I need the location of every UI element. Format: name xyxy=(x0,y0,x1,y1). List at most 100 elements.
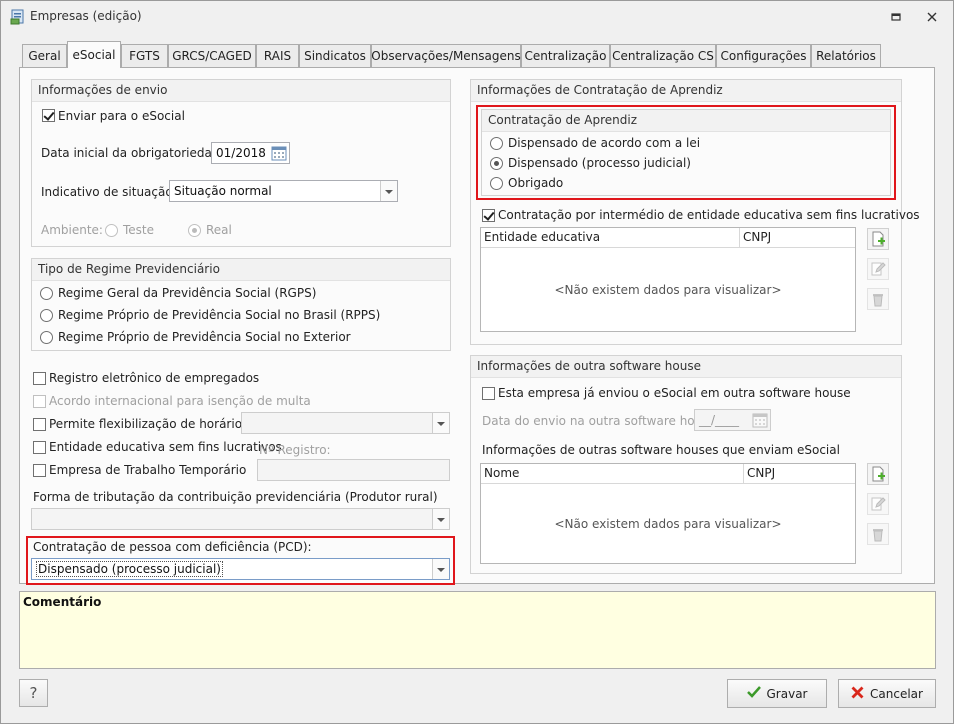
delete-software-button[interactable] xyxy=(867,523,889,545)
tab-grcs-caged[interactable]: GRCS/CAGED xyxy=(168,44,256,67)
data-obrigatoriedade-value: 01/2018 xyxy=(216,146,266,160)
calendar-icon[interactable] xyxy=(752,412,768,428)
software-data-value: __/____ xyxy=(699,413,740,427)
comment-label: Comentário xyxy=(23,595,102,609)
title-bar: Empresas (edição) xyxy=(1,1,953,33)
acordo-internacional-checkbox[interactable] xyxy=(33,395,46,408)
acordo-internacional-label: Acordo internacional para isenção de mul… xyxy=(49,394,311,408)
add-entidade-button[interactable] xyxy=(867,228,889,250)
aprendiz-judicial-label: Dispensado (processo judicial) xyxy=(508,156,691,170)
ambiente-real-radio[interactable] xyxy=(188,224,201,237)
enviar-esocial-label: Enviar para o eSocial xyxy=(58,109,185,123)
chevron-down-icon[interactable] xyxy=(432,509,449,529)
trabalho-temporario-checkbox[interactable] xyxy=(33,464,46,477)
tributacao-select[interactable] xyxy=(31,508,450,530)
column-cnpj[interactable]: CNPJ xyxy=(740,228,855,247)
software-check-label: Esta empresa já enviou o eSocial em outr… xyxy=(498,386,851,400)
regime-exterior-label: Regime Próprio de Previdência Social no … xyxy=(58,330,351,344)
software-list-label: Informações de outras software houses qu… xyxy=(482,443,840,457)
flexibilizacao-label: Permite flexibilização de horários xyxy=(49,417,249,431)
ambiente-teste-radio[interactable] xyxy=(105,224,118,237)
column-entidade[interactable]: Entidade educativa xyxy=(481,228,740,247)
aprendiz-lei-radio[interactable] xyxy=(490,137,503,150)
registro-numero-input[interactable] xyxy=(257,459,450,481)
software-grid-empty: <Não existem dados para visualizar> xyxy=(554,517,782,531)
add-document-icon xyxy=(872,231,885,247)
indicativo-situacao-select[interactable]: Situação normal xyxy=(169,180,398,202)
intermedio-checkbox[interactable] xyxy=(482,209,495,222)
restore-icon[interactable] xyxy=(888,9,904,25)
regime-rgps-label: Regime Geral da Previdência Social (RGPS… xyxy=(58,286,317,300)
pcd-label: Contratação de pessoa com deficiência (P… xyxy=(33,540,312,554)
cancel-icon xyxy=(851,686,864,702)
intermedio-label: Contratação por intermédio de entidade e… xyxy=(498,208,920,222)
check-icon xyxy=(746,686,761,701)
software-data-label: Data do envio na outra software house: xyxy=(482,414,720,428)
calendar-icon[interactable] xyxy=(271,145,287,161)
entidade-educativa-label: Entidade educativa sem fins lucrativos xyxy=(49,440,282,454)
software-grid[interactable]: Nome CNPJ <Não existem dados para visual… xyxy=(480,463,856,564)
registro-eletronico-checkbox[interactable] xyxy=(33,372,46,385)
flexibilizacao-select[interactable] xyxy=(241,412,450,434)
tab-relatorios[interactable]: Relatórios xyxy=(811,44,881,67)
trabalho-temporario-label: Empresa de Trabalho Temporário xyxy=(49,463,247,477)
aprendiz-judicial-radio[interactable] xyxy=(490,157,503,170)
pcd-select[interactable]: Dispensado (processo judicial) xyxy=(31,558,450,580)
tab-configuracoes[interactable]: Configurações xyxy=(716,44,811,67)
tab-esocial[interactable]: eSocial xyxy=(67,41,121,68)
add-software-button[interactable] xyxy=(867,463,889,485)
enviar-esocial-checkbox[interactable] xyxy=(42,109,55,122)
data-obrigatoriedade-input[interactable]: 01/2018 xyxy=(211,142,290,164)
pcd-value: Dispensado (processo judicial) xyxy=(36,561,223,577)
trash-icon xyxy=(873,529,883,542)
software-data-input[interactable]: __/____ xyxy=(694,409,771,431)
aprendiz-obrigado-radio[interactable] xyxy=(490,177,503,190)
aprendiz-obrigado-label: Obrigado xyxy=(508,176,564,190)
regime-rpps-radio[interactable] xyxy=(40,309,53,322)
gravar-button[interactable]: Gravar xyxy=(727,679,827,708)
column-cnpj[interactable]: CNPJ xyxy=(744,464,855,483)
registro-numero-label: Nº Registro: xyxy=(259,443,331,457)
tab-centralizacao-cs[interactable]: Centralização CS xyxy=(610,44,716,67)
entidade-grid[interactable]: Entidade educativa CNPJ <Não existem dad… xyxy=(480,227,856,332)
indicativo-situacao-value: Situação normal xyxy=(174,184,272,198)
aprendiz-lei-label: Dispensado de acordo com a lei xyxy=(508,136,701,150)
tab-geral[interactable]: Geral xyxy=(22,44,67,67)
trash-icon xyxy=(873,294,883,307)
indicativo-situacao-label: Indicativo de situação: xyxy=(41,185,177,199)
chevron-down-icon[interactable] xyxy=(432,559,449,579)
column-nome[interactable]: Nome xyxy=(481,464,744,483)
delete-entidade-button[interactable] xyxy=(867,288,889,310)
registro-eletronico-label: Registro eletrônico de empregados xyxy=(49,371,260,385)
regime-rgps-radio[interactable] xyxy=(40,287,53,300)
tab-centralizacao[interactable]: Centralização xyxy=(521,44,610,67)
software-group-title: Informações de outra software house xyxy=(471,356,901,378)
ambiente-real-label: Real xyxy=(206,223,232,237)
edit-icon xyxy=(871,497,886,511)
entidade-educativa-checkbox[interactable] xyxy=(33,441,46,454)
cancelar-button[interactable]: Cancelar xyxy=(838,679,936,708)
tab-fgts[interactable]: FGTS xyxy=(121,44,168,67)
envio-group-title: Informações de envio xyxy=(32,80,450,102)
cancelar-label: Cancelar xyxy=(870,686,923,701)
flexibilizacao-checkbox[interactable] xyxy=(33,418,46,431)
chevron-down-icon[interactable] xyxy=(432,413,449,433)
help-button-label: ? xyxy=(29,684,38,702)
entidade-grid-empty: <Não existem dados para visualizar> xyxy=(554,283,782,297)
comment-area[interactable]: Comentário xyxy=(19,591,936,669)
tab-observacoes[interactable]: Observações/Mensagens xyxy=(371,44,521,67)
edit-software-button[interactable] xyxy=(867,493,889,515)
software-check[interactable] xyxy=(482,387,495,400)
tab-rais[interactable]: RAIS xyxy=(256,44,299,67)
close-icon[interactable] xyxy=(924,9,940,25)
ambiente-teste-label: Teste xyxy=(123,223,155,237)
tab-sindicatos[interactable]: Sindicatos xyxy=(299,44,371,67)
entidade-grid-header: Entidade educativa CNPJ xyxy=(481,228,855,248)
edit-entidade-button[interactable] xyxy=(867,258,889,280)
help-button[interactable]: ? xyxy=(19,679,48,707)
regime-exterior-radio[interactable] xyxy=(40,331,53,344)
app-icon xyxy=(10,9,26,25)
chevron-down-icon[interactable] xyxy=(380,181,397,201)
window-title: Empresas (edição) xyxy=(30,9,142,23)
add-document-icon xyxy=(872,466,885,482)
